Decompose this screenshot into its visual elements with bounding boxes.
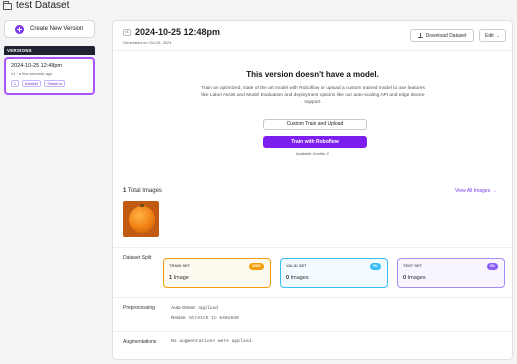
preprocessing-label: Preprocessing [123,305,155,311]
train-count-value: 1 [169,275,173,281]
version-detail-panel: v1 2024-10-25 12:48pm Generated on Oct 2… [112,20,513,360]
divider [113,247,512,248]
test-count-value: 0 [403,275,407,281]
train-with-roboflow-button[interactable]: Train with Roboflow [263,136,367,148]
top-bar: test Dataset [0,0,517,14]
total-images-count: 1 [123,188,127,194]
test-count-unit: Images [407,275,426,281]
download-dataset-label: Download Dataset [425,32,467,39]
valid-count-value: 0 [286,275,290,281]
test-set-card: TEST SET 0% 0 Images [397,258,505,288]
valid-set-percent: 0% [369,263,381,270]
total-images-label: Total Images [127,188,162,194]
versions-heading: VERSIONS [4,46,95,55]
no-model-title: This version doesn't have a model. [246,70,379,79]
train-count-unit: Image [173,275,189,281]
test-set-name: TEST SET [403,263,423,268]
available-credits: Available Credits: 2 [296,152,329,156]
train-set-count: 1 Image [169,275,189,281]
edit-button[interactable]: Edit ⌄ [479,29,506,42]
no-model-description: Train an optimized, state of the art mod… [201,86,425,105]
total-images: 1 Total Images [123,188,162,194]
version-card-subtitle: v1 · a few seconds ago [11,71,53,76]
preprocessing-value: Stretch to 640x640 [189,316,239,321]
valid-set-name: VALID SET [286,263,307,268]
folder-icon [3,1,12,10]
view-all-images-link[interactable]: View All Images → [455,188,497,194]
chevron-down-icon: ⌄ [496,33,500,38]
augmentations-text: No augmentations were applied. [171,339,254,344]
augmentations-label: Augmentations [123,339,157,345]
create-new-version-label: Create New Version [30,26,84,32]
generated-date: Generated on Oct 25, 2024 [123,40,172,45]
header-divider [113,50,512,51]
version-card-selected[interactable]: 2024-10-25 12:48pm v1 · a few seconds ag… [4,57,95,95]
valid-set-count: 0 Images [286,275,309,281]
version-card-chips: 1 640x640 Stretch to [11,80,88,87]
stretch-chip: Stretch to [44,80,66,87]
train-set-card: TRAIN SET 100% 1 Image [163,258,271,288]
dataset-split-label: Dataset Split [123,255,152,261]
version-title: 2024-10-25 12:48pm [135,27,221,37]
preprocessing-auto-orient: Auto-Orient: Applied [171,305,218,311]
version-card-title: 2024-10-25 12:48pm [11,63,63,69]
divider [113,331,512,332]
image-count-chip: 1 [11,80,19,87]
edit-label: Edit [485,32,494,39]
preprocessing-key: Auto-Orient: [171,305,196,310]
plus-circle-icon [15,24,24,34]
resize-chip: 640x640 [21,80,42,87]
download-icon [417,33,423,38]
image-thumbnail[interactable] [123,201,159,237]
preprocessing-value: Applied [198,306,218,311]
create-new-version-button[interactable]: Create New Version [4,20,95,38]
train-set-percent: 100% [248,263,264,270]
dataset-title: test Dataset [16,0,70,11]
test-set-percent: 0% [486,263,498,270]
preprocessing-key: Resize: [171,315,187,320]
valid-set-card: VALID SET 0% 0 Images [280,258,388,288]
divider [113,297,512,298]
custom-train-upload-button[interactable]: Custom Train and Upload [263,119,367,130]
test-set-count: 0 Images [403,275,426,281]
download-dataset-button[interactable]: Download Dataset [410,29,474,42]
valid-count-unit: Images [290,275,309,281]
preprocessing-resize: Resize: Stretch to 640x640 [171,315,239,321]
version-badge: v1 [123,29,131,36]
